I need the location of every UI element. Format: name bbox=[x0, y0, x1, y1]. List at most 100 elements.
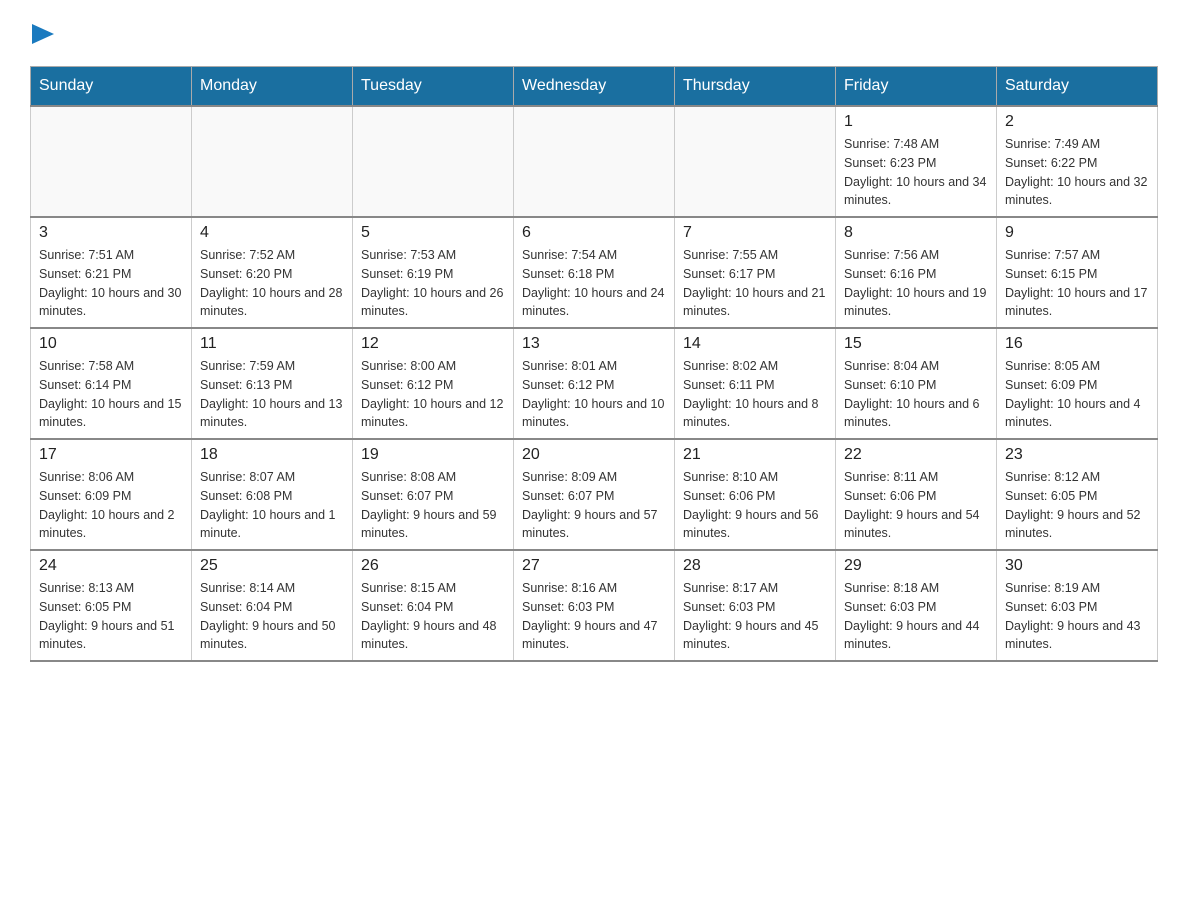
day-sun-info: Sunrise: 8:14 AMSunset: 6:04 PMDaylight:… bbox=[200, 579, 344, 654]
day-sun-info: Sunrise: 8:10 AMSunset: 6:06 PMDaylight:… bbox=[683, 468, 827, 543]
day-number: 20 bbox=[522, 446, 666, 464]
day-sun-info: Sunrise: 7:52 AMSunset: 6:20 PMDaylight:… bbox=[200, 246, 344, 321]
calendar-cell: 18 Sunrise: 8:07 AMSunset: 6:08 PMDayligh… bbox=[192, 439, 353, 550]
day-number: 30 bbox=[1005, 557, 1149, 575]
calendar-cell: 2Sunrise: 7:49 AMSunset: 6:22 PMDaylight… bbox=[997, 106, 1158, 217]
day-sun-info: Sunrise: 8:01 AMSunset: 6:12 PMDaylight:… bbox=[522, 357, 666, 432]
day-sun-info: Sunrise: 7:58 AMSunset: 6:14 PMDaylight:… bbox=[39, 357, 183, 432]
day-number: 11 bbox=[200, 335, 344, 353]
calendar-cell: 3Sunrise: 7:51 AMSunset: 6:21 PMDaylight… bbox=[31, 217, 192, 328]
day-sun-info: Sunrise: 7:54 AMSunset: 6:18 PMDaylight:… bbox=[522, 246, 666, 321]
day-number: 28 bbox=[683, 557, 827, 575]
day-number: 21 bbox=[683, 446, 827, 464]
calendar-week-row: 10 Sunrise: 7:58 AMSunset: 6:14 PMDayligh… bbox=[31, 328, 1158, 439]
calendar-cell: 27 Sunrise: 8:16 AMSunset: 6:03 PMDayligh… bbox=[514, 550, 675, 661]
calendar-cell: 16 Sunrise: 8:05 AMSunset: 6:09 PMDayligh… bbox=[997, 328, 1158, 439]
day-sun-info: Sunrise: 8:11 AMSunset: 6:06 PMDaylight:… bbox=[844, 468, 988, 543]
logo bbox=[30, 20, 98, 46]
calendar-table: SundayMondayTuesdayWednesdayThursdayFrid… bbox=[30, 66, 1158, 662]
calendar-week-row: 1Sunrise: 7:48 AMSunset: 6:23 PMDaylight… bbox=[31, 106, 1158, 217]
day-sun-info: Sunrise: 8:07 AMSunset: 6:08 PMDaylight:… bbox=[200, 468, 344, 543]
calendar-cell: 20 Sunrise: 8:09 AMSunset: 6:07 PMDayligh… bbox=[514, 439, 675, 550]
calendar-cell: 25 Sunrise: 8:14 AMSunset: 6:04 PMDayligh… bbox=[192, 550, 353, 661]
day-number: 15 bbox=[844, 335, 988, 353]
calendar-cell: 11 Sunrise: 7:59 AMSunset: 6:13 PMDayligh… bbox=[192, 328, 353, 439]
day-number: 27 bbox=[522, 557, 666, 575]
page-header bbox=[30, 20, 1158, 46]
calendar-cell bbox=[514, 106, 675, 217]
day-number: 14 bbox=[683, 335, 827, 353]
day-number: 4 bbox=[200, 224, 344, 242]
day-number: 9 bbox=[1005, 224, 1149, 242]
calendar-cell: 1Sunrise: 7:48 AMSunset: 6:23 PMDaylight… bbox=[836, 106, 997, 217]
logo-arrow-icon bbox=[32, 24, 54, 46]
calendar-cell bbox=[353, 106, 514, 217]
day-number: 6 bbox=[522, 224, 666, 242]
calendar-cell: 21 Sunrise: 8:10 AMSunset: 6:06 PMDayligh… bbox=[675, 439, 836, 550]
day-number: 23 bbox=[1005, 446, 1149, 464]
day-sun-info: Sunrise: 8:13 AMSunset: 6:05 PMDaylight:… bbox=[39, 579, 183, 654]
calendar-week-row: 3Sunrise: 7:51 AMSunset: 6:21 PMDaylight… bbox=[31, 217, 1158, 328]
weekday-header-thursday: Thursday bbox=[675, 67, 836, 107]
day-sun-info: Sunrise: 7:57 AMSunset: 6:15 PMDaylight:… bbox=[1005, 246, 1149, 321]
day-sun-info: Sunrise: 8:19 AMSunset: 6:03 PMDaylight:… bbox=[1005, 579, 1149, 654]
day-number: 24 bbox=[39, 557, 183, 575]
day-sun-info: Sunrise: 8:06 AMSunset: 6:09 PMDaylight:… bbox=[39, 468, 183, 543]
weekday-header-friday: Friday bbox=[836, 67, 997, 107]
calendar-cell: 12 Sunrise: 8:00 AMSunset: 6:12 PMDayligh… bbox=[353, 328, 514, 439]
calendar-cell: 15 Sunrise: 8:04 AMSunset: 6:10 PMDayligh… bbox=[836, 328, 997, 439]
day-sun-info: Sunrise: 7:59 AMSunset: 6:13 PMDaylight:… bbox=[200, 357, 344, 432]
calendar-week-row: 24 Sunrise: 8:13 AMSunset: 6:05 PMDayligh… bbox=[31, 550, 1158, 661]
calendar-cell: 8 Sunrise: 7:56 AMSunset: 6:16 PMDaylight… bbox=[836, 217, 997, 328]
weekday-header-sunday: Sunday bbox=[31, 67, 192, 107]
day-sun-info: Sunrise: 8:00 AMSunset: 6:12 PMDaylight:… bbox=[361, 357, 505, 432]
day-number: 12 bbox=[361, 335, 505, 353]
calendar-cell: 6 Sunrise: 7:54 AMSunset: 6:18 PMDaylight… bbox=[514, 217, 675, 328]
day-sun-info: Sunrise: 8:08 AMSunset: 6:07 PMDaylight:… bbox=[361, 468, 505, 543]
calendar-cell bbox=[31, 106, 192, 217]
calendar-cell: 28 Sunrise: 8:17 AMSunset: 6:03 PMDayligh… bbox=[675, 550, 836, 661]
calendar-cell: 19 Sunrise: 8:08 AMSunset: 6:07 PMDayligh… bbox=[353, 439, 514, 550]
day-number: 22 bbox=[844, 446, 988, 464]
day-number: 5 bbox=[361, 224, 505, 242]
calendar-cell: 29Sunrise: 8:18 AMSunset: 6:03 PMDayligh… bbox=[836, 550, 997, 661]
calendar-cell: 13Sunrise: 8:01 AMSunset: 6:12 PMDayligh… bbox=[514, 328, 675, 439]
day-sun-info: Sunrise: 8:09 AMSunset: 6:07 PMDaylight:… bbox=[522, 468, 666, 543]
day-sun-info: Sunrise: 7:55 AMSunset: 6:17 PMDaylight:… bbox=[683, 246, 827, 321]
day-sun-info: Sunrise: 8:15 AMSunset: 6:04 PMDaylight:… bbox=[361, 579, 505, 654]
day-number: 17 bbox=[39, 446, 183, 464]
calendar-cell: 22 Sunrise: 8:11 AMSunset: 6:06 PMDayligh… bbox=[836, 439, 997, 550]
day-number: 16 bbox=[1005, 335, 1149, 353]
day-sun-info: Sunrise: 8:16 AMSunset: 6:03 PMDaylight:… bbox=[522, 579, 666, 654]
calendar-cell bbox=[675, 106, 836, 217]
day-sun-info: Sunrise: 8:04 AMSunset: 6:10 PMDaylight:… bbox=[844, 357, 988, 432]
calendar-cell: 10 Sunrise: 7:58 AMSunset: 6:14 PMDayligh… bbox=[31, 328, 192, 439]
day-number: 25 bbox=[200, 557, 344, 575]
weekday-header-saturday: Saturday bbox=[997, 67, 1158, 107]
day-sun-info: Sunrise: 8:05 AMSunset: 6:09 PMDaylight:… bbox=[1005, 357, 1149, 432]
day-number: 7 bbox=[683, 224, 827, 242]
calendar-cell: 30 Sunrise: 8:19 AMSunset: 6:03 PMDayligh… bbox=[997, 550, 1158, 661]
calendar-cell bbox=[192, 106, 353, 217]
day-number: 26 bbox=[361, 557, 505, 575]
day-sun-info: Sunrise: 7:51 AMSunset: 6:21 PMDaylight:… bbox=[39, 246, 183, 321]
day-sun-info: Sunrise: 8:02 AMSunset: 6:11 PMDaylight:… bbox=[683, 357, 827, 432]
day-sun-info: Sunrise: 7:53 AMSunset: 6:19 PMDaylight:… bbox=[361, 246, 505, 321]
calendar-cell: 7 Sunrise: 7:55 AMSunset: 6:17 PMDaylight… bbox=[675, 217, 836, 328]
calendar-cell: 14 Sunrise: 8:02 AMSunset: 6:11 PMDayligh… bbox=[675, 328, 836, 439]
day-sun-info: Sunrise: 7:48 AMSunset: 6:23 PMDaylight:… bbox=[844, 135, 988, 210]
day-sun-info: Sunrise: 8:18 AMSunset: 6:03 PMDaylight:… bbox=[844, 579, 988, 654]
day-number: 19 bbox=[361, 446, 505, 464]
calendar-cell: 26 Sunrise: 8:15 AMSunset: 6:04 PMDayligh… bbox=[353, 550, 514, 661]
weekday-header-monday: Monday bbox=[192, 67, 353, 107]
day-sun-info: Sunrise: 8:17 AMSunset: 6:03 PMDaylight:… bbox=[683, 579, 827, 654]
calendar-cell: 17 Sunrise: 8:06 AMSunset: 6:09 PMDayligh… bbox=[31, 439, 192, 550]
day-number: 10 bbox=[39, 335, 183, 353]
weekday-header-row: SundayMondayTuesdayWednesdayThursdayFrid… bbox=[31, 67, 1158, 107]
day-number: 18 bbox=[200, 446, 344, 464]
day-sun-info: Sunrise: 7:56 AMSunset: 6:16 PMDaylight:… bbox=[844, 246, 988, 321]
day-number: 8 bbox=[844, 224, 988, 242]
day-sun-info: Sunrise: 7:49 AMSunset: 6:22 PMDaylight:… bbox=[1005, 135, 1149, 210]
weekday-header-tuesday: Tuesday bbox=[353, 67, 514, 107]
weekday-header-wednesday: Wednesday bbox=[514, 67, 675, 107]
